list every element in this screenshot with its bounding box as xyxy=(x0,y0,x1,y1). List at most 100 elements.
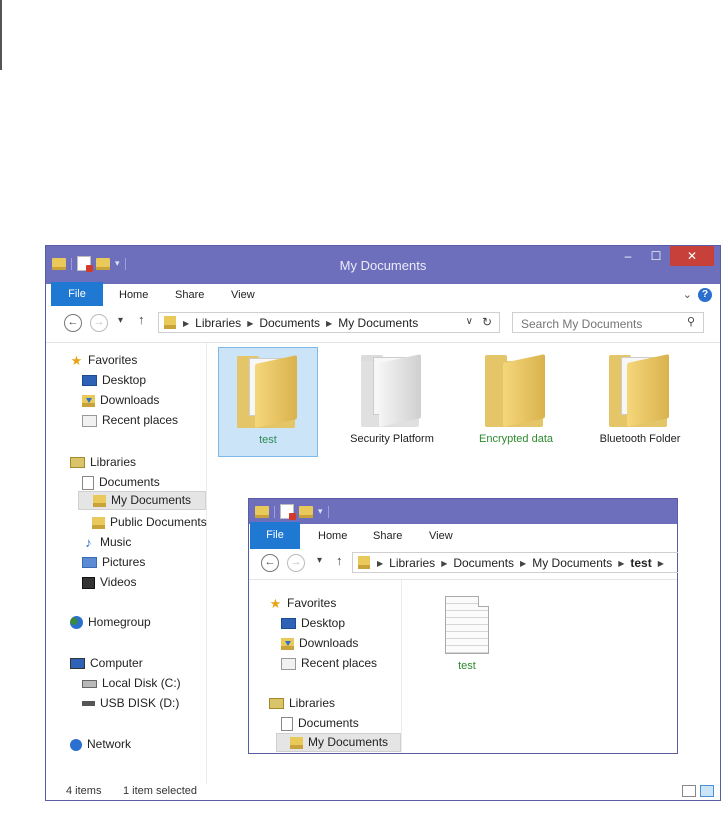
videos-icon xyxy=(82,576,95,589)
forward-button[interactable]: → xyxy=(90,314,108,332)
nav-homegroup[interactable]: Homegroup xyxy=(70,613,151,632)
nav-pictures[interactable]: Pictures xyxy=(82,553,145,572)
nav-desktop[interactable]: Desktop xyxy=(281,614,345,633)
chevron-right-icon[interactable]: ▶ xyxy=(658,556,664,570)
tab-file[interactable]: File xyxy=(51,282,103,306)
search-input[interactable] xyxy=(519,314,683,333)
folder-icon xyxy=(361,353,423,427)
nav-favorites[interactable]: ★ Favorites xyxy=(70,351,138,370)
nav-libraries[interactable]: Libraries xyxy=(70,453,136,472)
downloads-icon xyxy=(82,394,95,407)
expand-ribbon-icon[interactable]: ⌄ xyxy=(683,288,692,301)
address-bar[interactable]: ▶ Libraries ▶ Documents ▶ My Documents ∨… xyxy=(158,312,500,333)
tab-view[interactable]: View xyxy=(429,524,453,549)
chevron-right-icon: ▶ xyxy=(377,559,384,568)
inset-navigation-pane: ★ Favorites Desktop Downloads Recent plac… xyxy=(249,580,402,753)
chevron-right-icon[interactable]: ▶ xyxy=(520,556,526,570)
tab-home[interactable]: Home xyxy=(318,524,347,549)
computer-icon xyxy=(70,658,85,669)
chevron-right-icon[interactable]: ▶ xyxy=(247,316,253,330)
usb-drive-icon xyxy=(82,701,95,706)
desktop-icon xyxy=(281,618,296,629)
breadcrumb-libraries[interactable]: Libraries xyxy=(195,316,241,330)
tab-share[interactable]: Share xyxy=(373,524,402,549)
nav-music[interactable]: ♪ Music xyxy=(82,533,131,552)
nav-favorites[interactable]: ★ Favorites xyxy=(269,594,337,613)
search-box[interactable]: ⚲ xyxy=(512,312,704,333)
file-item-label: Encrypted data xyxy=(479,433,553,445)
nav-public-documents[interactable]: Public Documents xyxy=(92,513,207,532)
tab-file[interactable]: File xyxy=(250,522,300,549)
chevron-right-icon[interactable]: ▶ xyxy=(441,556,447,570)
nav-libraries[interactable]: Libraries xyxy=(269,694,335,713)
forward-button[interactable]: → xyxy=(287,554,305,572)
folder-icon xyxy=(255,505,269,518)
nav-downloads[interactable]: Downloads xyxy=(281,634,358,653)
separator xyxy=(327,505,329,518)
file-item-encrypted-data[interactable]: Encrypted data xyxy=(466,353,566,445)
chevron-down-icon[interactable]: ∨ xyxy=(466,316,473,327)
file-item-bluetooth-folder[interactable]: Bluetooth Folder xyxy=(590,353,690,445)
star-icon: ★ xyxy=(269,595,282,611)
breadcrumb-documents[interactable]: Documents xyxy=(259,316,320,330)
desktop-icon xyxy=(82,375,97,386)
title-bar[interactable]: ▾ My Documents – ☐ ✕ xyxy=(46,246,720,284)
properties-icon[interactable] xyxy=(280,504,296,520)
recent-locations-icon[interactable]: ▾ xyxy=(317,555,322,566)
new-folder-icon[interactable] xyxy=(299,505,313,518)
nav-documents[interactable]: Documents xyxy=(82,473,160,492)
close-button[interactable]: ✕ xyxy=(670,246,714,266)
file-item-test[interactable]: test xyxy=(218,347,318,457)
nav-usb-disk[interactable]: USB DISK (D:) xyxy=(82,694,179,713)
edge-rule xyxy=(0,0,2,70)
file-item-test[interactable]: test xyxy=(417,596,517,672)
file-item-security-platform[interactable]: Security Platform xyxy=(342,353,442,445)
details-view-button[interactable] xyxy=(682,785,696,797)
nav-my-documents[interactable]: My Documents xyxy=(276,733,401,752)
nav-recent-places[interactable]: Recent places xyxy=(82,411,178,430)
back-button[interactable]: ← xyxy=(64,314,82,332)
up-button[interactable]: ↑ xyxy=(336,553,343,568)
customize-qa-icon[interactable]: ▾ xyxy=(318,506,323,517)
refresh-icon[interactable]: ↻ xyxy=(482,315,492,329)
nav-my-documents[interactable]: My Documents xyxy=(78,491,206,510)
minimize-button[interactable]: – xyxy=(614,246,642,266)
breadcrumb-libraries[interactable]: Libraries xyxy=(389,556,435,570)
large-icons-view-button[interactable] xyxy=(700,785,714,797)
breadcrumb-my-documents[interactable]: My Documents xyxy=(532,556,612,570)
nav-desktop[interactable]: Desktop xyxy=(82,371,146,390)
breadcrumb-documents[interactable]: Documents xyxy=(453,556,514,570)
nav-recent-places[interactable]: Recent places xyxy=(281,654,377,673)
inset-explorer-window: ▾ File Home Share View ← → ▾ ↑ ▶ Librari… xyxy=(248,498,678,754)
file-item-label: Security Platform xyxy=(350,433,434,445)
inset-title-bar[interactable]: ▾ xyxy=(249,499,677,524)
nav-network[interactable]: Network xyxy=(70,735,131,754)
folder-icon xyxy=(290,736,303,749)
nav-downloads[interactable]: Downloads xyxy=(82,391,159,410)
chevron-right-icon[interactable]: ▶ xyxy=(326,316,332,330)
folder-icon xyxy=(237,354,299,428)
nav-documents[interactable]: Documents xyxy=(281,714,359,733)
drive-icon xyxy=(82,679,97,688)
tab-share[interactable]: Share xyxy=(175,284,204,306)
document-icon xyxy=(281,716,293,731)
inset-address-bar[interactable]: ▶ Libraries ▶ Documents ▶ My Documents ▶… xyxy=(352,552,678,573)
item-count: 4 items xyxy=(66,785,102,797)
tab-home[interactable]: Home xyxy=(119,284,148,306)
back-button[interactable]: ← xyxy=(261,554,279,572)
nav-videos[interactable]: Videos xyxy=(82,573,136,592)
file-item-label: test xyxy=(259,434,277,446)
recent-locations-icon[interactable]: ▾ xyxy=(118,315,123,326)
nav-local-disk[interactable]: Local Disk (C:) xyxy=(82,674,181,693)
search-icon[interactable]: ⚲ xyxy=(687,315,695,328)
nav-computer[interactable]: Computer xyxy=(70,654,143,673)
inset-content-area: ★ Favorites Desktop Downloads Recent plac… xyxy=(249,580,677,753)
document-icon xyxy=(445,596,489,654)
chevron-right-icon[interactable]: ▶ xyxy=(618,556,624,570)
help-icon[interactable]: ? xyxy=(698,288,712,302)
tab-view[interactable]: View xyxy=(231,284,255,306)
breadcrumb-my-documents[interactable]: My Documents xyxy=(338,316,418,330)
breadcrumb-test[interactable]: test xyxy=(630,556,651,570)
up-button[interactable]: ↑ xyxy=(138,312,145,327)
maximize-button[interactable]: ☐ xyxy=(642,246,670,266)
